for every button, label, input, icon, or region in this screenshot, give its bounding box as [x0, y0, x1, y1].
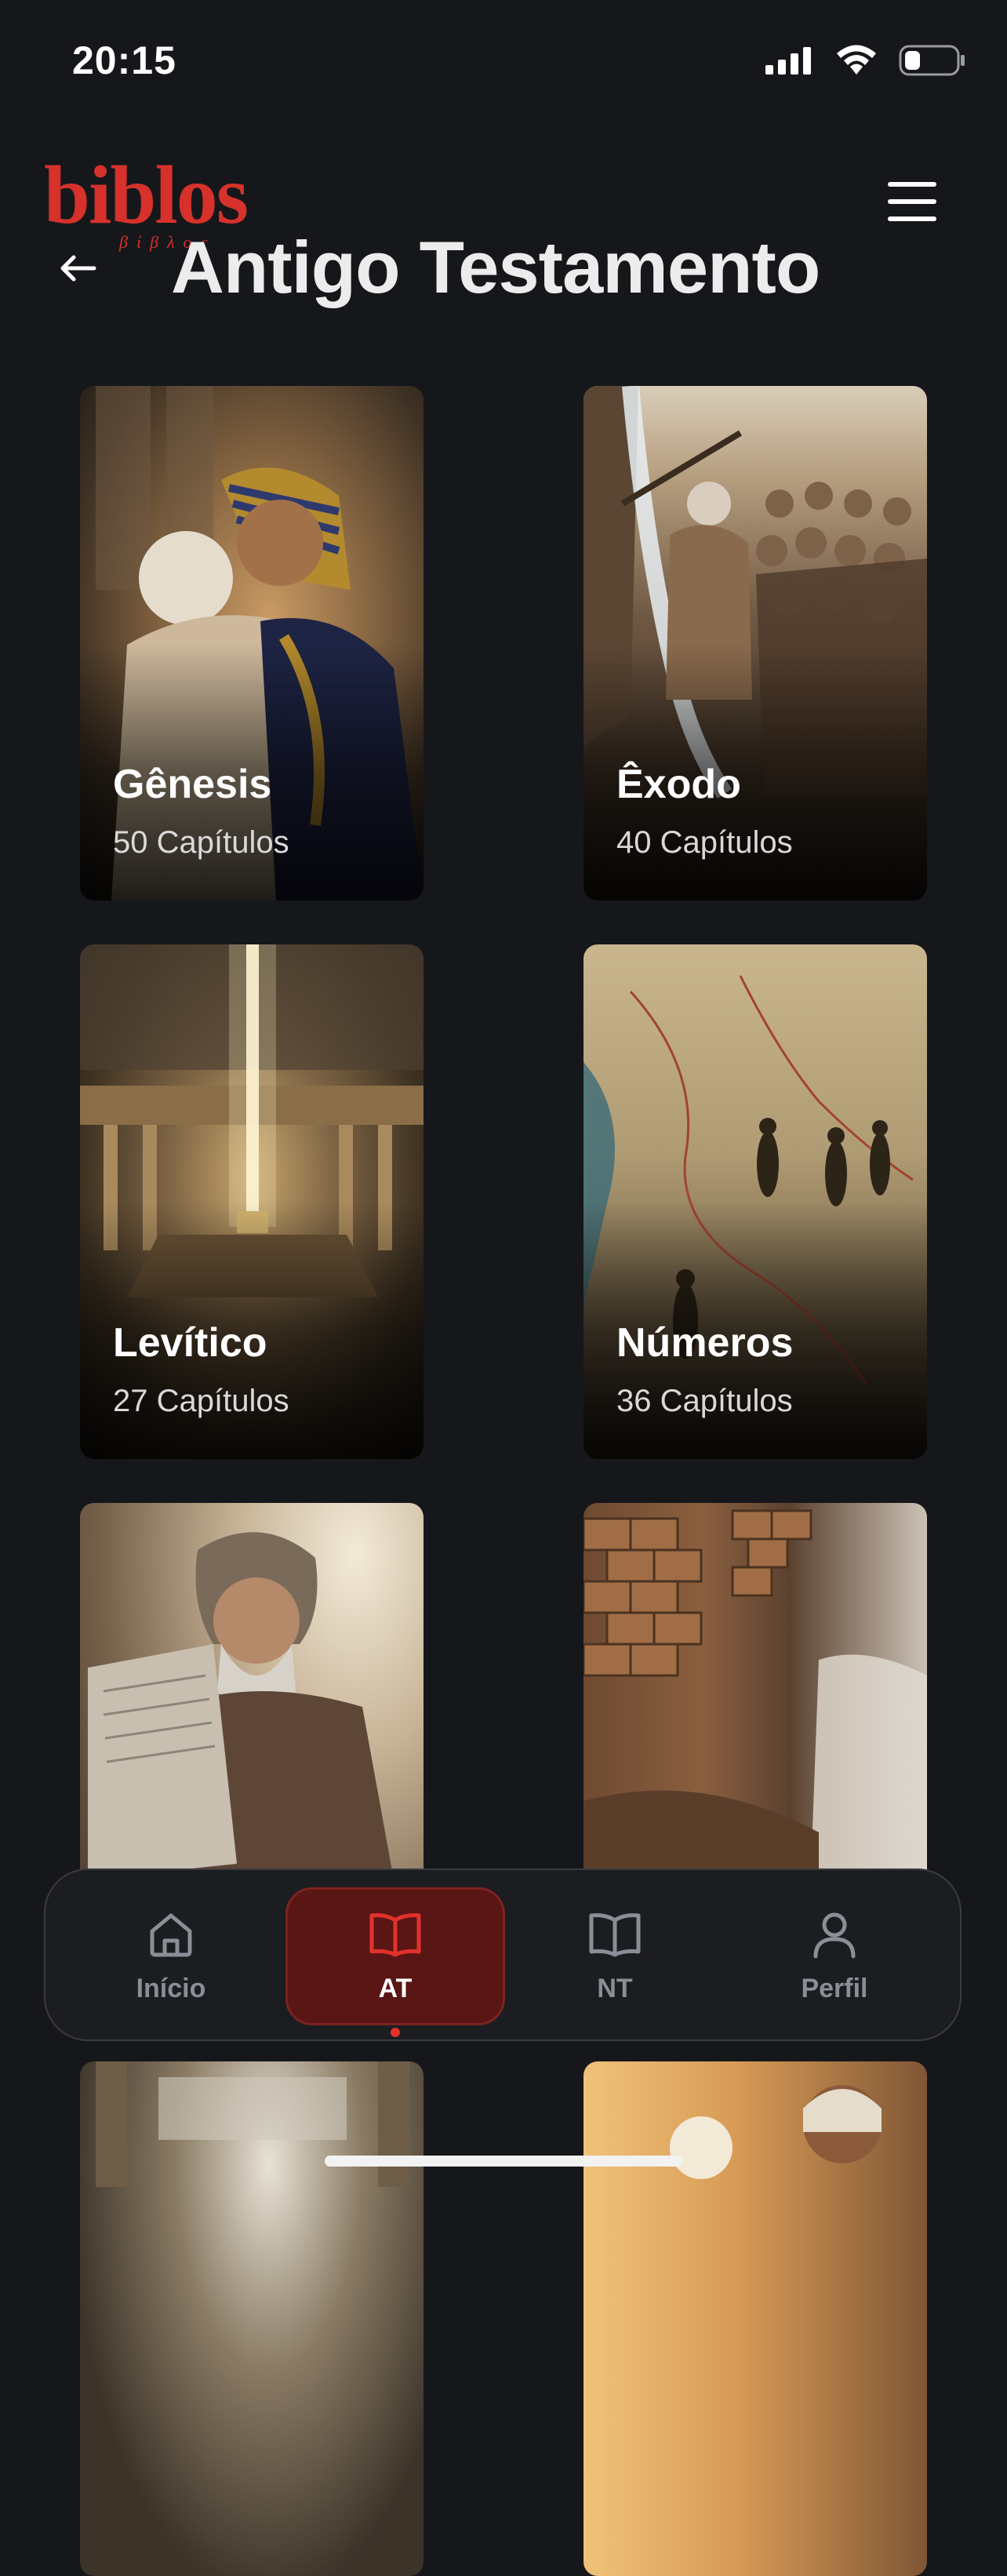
home-indicator[interactable] [325, 2156, 682, 2167]
book-title: Levítico [113, 1320, 267, 1366]
book-chapters: 40 Capítulos [616, 825, 793, 860]
ruth-illustration [670, 2085, 882, 2179]
book-title: Gênesis [113, 762, 272, 807]
book-title: Números [616, 1320, 794, 1366]
user-icon [813, 1912, 856, 1958]
nav-label: NT [597, 1973, 633, 2003]
nav-item-inicio[interactable]: Início [61, 1887, 281, 2025]
temple-columns-illustration [96, 2061, 409, 2187]
home-icon [150, 1913, 192, 1956]
nav-item-at[interactable]: AT [285, 1887, 505, 2037]
book-card-genesis[interactable]: Gênesis 50 Capítulos [80, 386, 424, 901]
nav-label: Perfil [801, 1973, 868, 2003]
card-overlay [583, 944, 927, 1459]
book-chapters: 50 Capítulos [113, 825, 289, 860]
book-open-icon [369, 1912, 421, 1956]
book-chapters: 36 Capítulos [616, 1384, 793, 1418]
book-card-exodo[interactable]: Êxodo 40 Capítulos [583, 386, 927, 901]
nav-item-perfil[interactable]: Perfil [725, 1887, 944, 2025]
nav-item-nt[interactable]: NT [505, 1887, 725, 2025]
card-overlay [583, 386, 927, 901]
book-open-icon [589, 1912, 641, 1956]
nav-label: AT [378, 1973, 413, 2003]
book-card-juizes[interactable] [80, 2061, 424, 2576]
book-chapters: 27 Capítulos [113, 1384, 289, 1418]
book-card-rute[interactable] [583, 2061, 927, 2576]
book-grid: Gênesis 50 Capítulos Êxodo 40 Capítulos [0, 0, 1007, 2576]
bottom-nav: Início AT NT Perfil [44, 1868, 962, 2041]
book-illustration [583, 2061, 927, 2576]
card-overlay [80, 386, 424, 901]
card-overlay [80, 944, 424, 1459]
book-illustration [80, 2061, 424, 2576]
book-title: Êxodo [616, 762, 741, 807]
book-card-numeros[interactable]: Números 36 Capítulos [583, 944, 927, 1459]
nav-label: Início [136, 1973, 206, 2003]
book-card-levitico[interactable]: Levítico 27 Capítulos [80, 944, 424, 1459]
active-indicator-dot [391, 2028, 400, 2037]
